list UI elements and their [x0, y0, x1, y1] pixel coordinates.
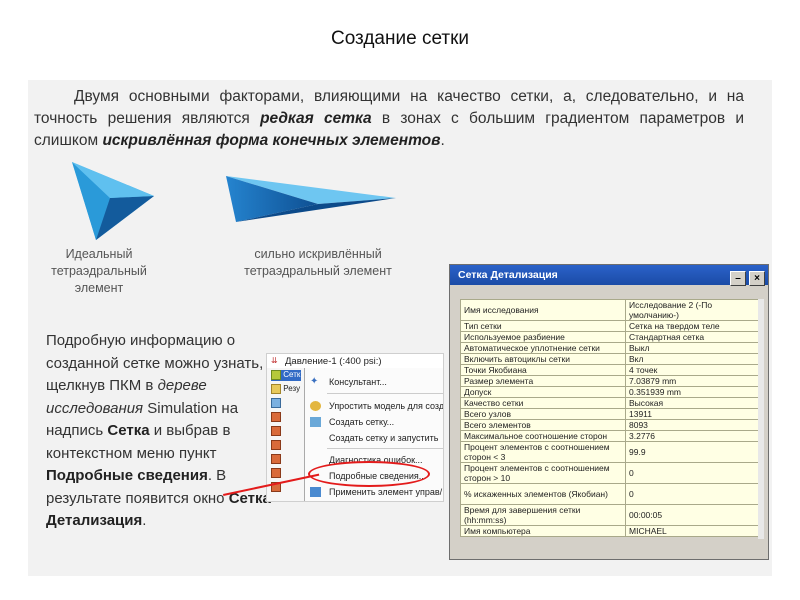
table-row: Допуск 0.351939 mm: [460, 386, 759, 398]
property-name: Размер элемента: [460, 375, 626, 387]
property-value: 00:00:05: [625, 504, 759, 526]
tree-header: Давление-1 (:400 psi:): [285, 356, 382, 367]
dialog-title-bar: Сетка Детализация – ×: [450, 265, 768, 288]
menu-item-simplify-model[interactable]: Упростить модель для созд: [305, 398, 443, 414]
property-name: Время для завершения сетки (hh:mm:ss): [460, 504, 626, 526]
property-value: Вкл: [625, 353, 759, 365]
tree-node-results[interactable]: Резу: [271, 384, 301, 395]
mesh-icon: [271, 370, 281, 380]
property-name: Автоматическое уплотнение сетки: [460, 342, 626, 354]
menu-item-create-mesh-and-run[interactable]: Создать сетку и запустить: [305, 430, 443, 446]
create-mesh-icon: [310, 417, 321, 427]
page-title: Создание сетки: [330, 28, 470, 49]
property-name: Тип сетки: [460, 320, 626, 332]
results-folder-icon: [271, 384, 281, 394]
plot-icon: [271, 440, 281, 450]
plot-icon: [271, 412, 281, 422]
plot-icon: [271, 454, 281, 464]
study-icon: [271, 398, 281, 408]
property-value: Выкл: [625, 342, 759, 354]
table-row: Размер элемента 7.03879 mm: [460, 375, 759, 387]
property-value: 7.03879 mm: [625, 375, 759, 387]
table-row: Имя компьютера MICHAEL: [460, 525, 759, 537]
table-row: Включить автоциклы сетки Вкл: [460, 353, 759, 365]
menu-separator: [327, 448, 443, 449]
property-name: Допуск: [460, 386, 626, 398]
property-value: Высокая: [625, 397, 759, 409]
tree-node[interactable]: [271, 440, 301, 451]
table-row: Процент элементов с соотношением сторон …: [460, 462, 759, 484]
table-row: Процент элементов с соотношением сторон …: [460, 441, 759, 463]
property-value: 0: [625, 483, 759, 505]
table-row: Автоматическое уплотнение сетки Выкл: [460, 342, 759, 354]
property-name: Всего элементов: [460, 419, 626, 431]
dialog-window-controls: – ×: [727, 268, 765, 288]
emphasis-sparse-mesh: редкая сетка: [260, 110, 372, 127]
emphasis-distorted-shape: искривлённая форма конечных элементов: [102, 132, 441, 149]
menu-item-create-mesh[interactable]: Создать сетку...: [305, 414, 443, 430]
pin-button[interactable]: –: [730, 271, 746, 286]
property-value: 13911: [625, 408, 759, 420]
property-name: Процент элементов с соотношением сторон …: [460, 441, 626, 463]
consultant-icon: ✦: [310, 376, 319, 387]
property-name: % искаженных элементов (Якобиан): [460, 483, 626, 505]
dialog-title: Сетка Детализация: [458, 269, 558, 281]
tree-node[interactable]: [271, 412, 301, 423]
plot-icon: [271, 468, 281, 478]
pressure-icon: ⇊: [271, 356, 278, 365]
distorted-tetrahedron-image: [226, 176, 396, 222]
property-value: 3.2776: [625, 430, 759, 442]
property-value: 99.9: [625, 441, 759, 463]
menu-separator: [327, 393, 443, 394]
mesh-details-dialog: Сетка Детализация – × Имя исследования Исс…: [449, 264, 769, 560]
property-value: 0.351939 mm: [625, 386, 759, 398]
table-row: % искаженных элементов (Якобиан) 0: [460, 483, 759, 505]
tree-node[interactable]: [271, 398, 301, 409]
table-row: Всего узлов 13911: [460, 408, 759, 420]
property-name: Имя исследования: [460, 299, 626, 321]
intro-paragraph: Двумя основными факторами, влияющими на …: [34, 88, 744, 149]
close-button[interactable]: ×: [749, 271, 765, 286]
property-value: Сетка на твердом теле: [625, 320, 759, 332]
distorted-element-caption: сильно искривлённый тетраэдральный элеме…: [244, 247, 392, 278]
simplify-icon: [310, 401, 321, 411]
tree-node[interactable]: [271, 426, 301, 437]
property-value: 8093: [625, 419, 759, 431]
table-row: Используемое разбиение Стандартная сетка: [460, 331, 759, 343]
table-row: Время для завершения сетки (hh:mm:ss) 00:…: [460, 504, 759, 526]
property-name: Процент элементов с соотношением сторон …: [460, 462, 626, 484]
dialog-scrollbar[interactable]: [758, 299, 764, 539]
property-name: Точки Якобиана: [460, 364, 626, 376]
table-row: Имя исследования Исследование 2 (-По умол…: [460, 299, 759, 321]
instruction-paragraph: Подробную информацию о созданной сетке м…: [46, 332, 271, 529]
table-row: Тип сетки Сетка на твердом теле: [460, 320, 759, 332]
property-value: Стандартная сетка: [625, 331, 759, 343]
property-value: 0: [625, 462, 759, 484]
ideal-tetrahedron-image: [72, 162, 154, 240]
property-name: Используемое разбиение: [460, 331, 626, 343]
table-row: Максимальное соотношение сторон 3.2776: [460, 430, 759, 442]
property-value: 4 точек: [625, 364, 759, 376]
property-name: Имя компьютера: [460, 525, 626, 537]
mesh-details-table: Имя исследования Исследование 2 (-По умол…: [460, 299, 759, 537]
property-name: Максимальное соотношение сторон: [460, 430, 626, 442]
menu-item-consultant[interactable]: ✦ Консультант...: [305, 374, 443, 390]
table-row: Качество сетки Высокая: [460, 397, 759, 409]
property-value: MICHAEL: [625, 525, 759, 537]
apply-control-icon: [310, 487, 321, 497]
tree-node-mesh[interactable]: Сетк: [271, 370, 301, 381]
ideal-element-caption: Идеальный тетраэдральный элемент: [51, 247, 147, 295]
property-name: Включить автоциклы сетки: [460, 353, 626, 365]
highlight-circle: [308, 461, 430, 487]
property-value: Исследование 2 (-По умолчанию-): [625, 299, 759, 321]
table-row: Всего элементов 8093: [460, 419, 759, 431]
plot-icon: [271, 426, 281, 436]
property-name: Всего узлов: [460, 408, 626, 420]
table-row: Точки Якобиана 4 точек: [460, 364, 759, 376]
property-name: Качество сетки: [460, 397, 626, 409]
tree-node[interactable]: [271, 454, 301, 465]
